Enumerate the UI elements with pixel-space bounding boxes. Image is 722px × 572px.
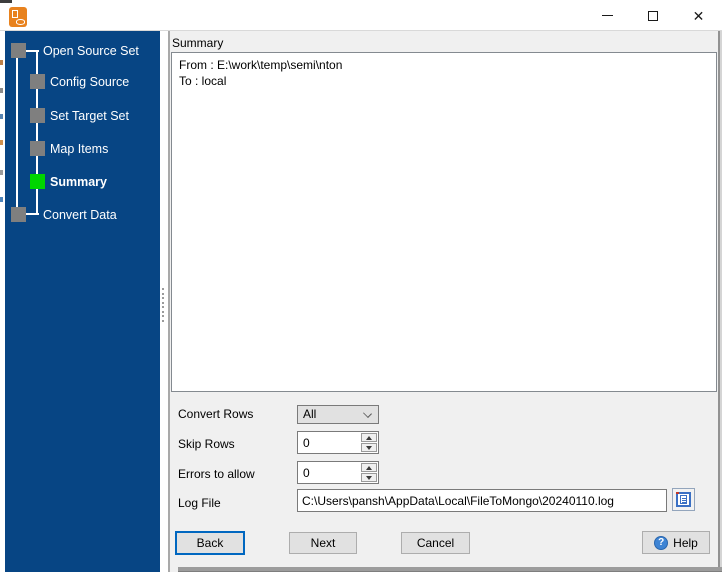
desktop-artifact bbox=[0, 88, 3, 93]
convert-rows-label: Convert Rows bbox=[178, 407, 254, 421]
errors-to-allow-label: Errors to allow bbox=[178, 467, 255, 481]
cancel-button-label: Cancel bbox=[416, 536, 455, 550]
convert-rows-value: All bbox=[303, 407, 317, 421]
desktop-artifact bbox=[0, 114, 3, 119]
splitter-grip bbox=[162, 315, 164, 317]
back-button-label: Back bbox=[196, 536, 224, 550]
connector-line bbox=[25, 213, 39, 215]
back-button[interactable]: Back bbox=[175, 531, 245, 555]
maximize-button[interactable] bbox=[630, 0, 675, 31]
sidebar-step-summary: Summary bbox=[50, 175, 107, 189]
splitter-grip bbox=[162, 311, 164, 313]
log-file-label: Log File bbox=[178, 496, 221, 510]
view-log-file-icon bbox=[676, 492, 691, 507]
summary-panel-title: Summary bbox=[172, 36, 224, 50]
summary-textbox[interactable]: From : E:\work\temp\semi\nton To : local bbox=[171, 52, 717, 392]
titlebar: ✕ bbox=[0, 0, 722, 31]
connector-line bbox=[25, 50, 39, 52]
sidebar-step-convert-data: Convert Data bbox=[43, 208, 117, 222]
sidebar-step-open-source-set: Open Source Set bbox=[43, 44, 139, 58]
desktop-artifact bbox=[0, 170, 3, 175]
spin-down-button[interactable] bbox=[361, 473, 377, 482]
step-marker-set-target-set bbox=[30, 108, 45, 123]
spin-up-button[interactable] bbox=[361, 433, 377, 442]
cancel-button[interactable]: Cancel bbox=[401, 532, 470, 554]
main-panel: Summary From : E:\work\temp\semi\nton To… bbox=[170, 31, 718, 572]
step-marker-summary-active bbox=[30, 174, 45, 189]
close-button[interactable]: ✕ bbox=[675, 0, 722, 31]
help-button[interactable]: ? Help bbox=[642, 531, 710, 554]
maximize-icon bbox=[647, 10, 658, 21]
help-button-label: Help bbox=[673, 535, 698, 550]
desktop-artifact bbox=[0, 60, 3, 65]
wizard-window: ✕ Open Source Set Config Source Set Targ… bbox=[0, 0, 722, 572]
skip-rows-label: Skip Rows bbox=[178, 437, 235, 451]
sidebar-step-map-items: Map Items bbox=[50, 142, 109, 156]
splitter-grip bbox=[162, 297, 164, 299]
sidebar-splitter[interactable] bbox=[160, 31, 170, 572]
minimize-icon bbox=[602, 15, 613, 16]
log-file-browse-button[interactable] bbox=[672, 488, 695, 511]
window-bottom-edge bbox=[178, 567, 722, 572]
sidebar-step-config-source: Config Source bbox=[50, 75, 130, 89]
errors-to-allow-value: 0 bbox=[303, 466, 310, 480]
connector-line bbox=[16, 58, 18, 207]
app-logo-icon bbox=[9, 7, 27, 27]
errors-to-allow-spinner[interactable]: 0 bbox=[297, 461, 379, 484]
splitter-grip bbox=[162, 320, 164, 322]
sidebar-step-set-target-set: Set Target Set bbox=[50, 109, 129, 123]
splitter-grip bbox=[162, 293, 164, 295]
close-icon: ✕ bbox=[692, 7, 705, 24]
splitter-grip bbox=[162, 302, 164, 304]
desktop-artifact bbox=[0, 197, 3, 202]
spin-up-button[interactable] bbox=[361, 463, 377, 472]
help-question-icon: ? bbox=[654, 535, 669, 550]
log-file-input[interactable] bbox=[297, 489, 667, 512]
summary-from-line: From : E:\work\temp\semi\nton bbox=[179, 58, 343, 72]
chevron-down-icon bbox=[363, 409, 372, 418]
spin-down-button[interactable] bbox=[361, 443, 377, 452]
arrow-up-icon bbox=[366, 435, 372, 440]
desktop-artifact bbox=[0, 140, 3, 145]
step-marker-convert-data bbox=[11, 207, 26, 222]
arrow-down-icon bbox=[366, 475, 372, 480]
step-marker-open-source-set bbox=[11, 43, 26, 58]
arrow-up-icon bbox=[366, 465, 372, 470]
splitter-grip bbox=[162, 306, 164, 308]
arrow-down-icon bbox=[366, 445, 372, 450]
minimize-button[interactable] bbox=[585, 0, 630, 31]
summary-to-line: To : local bbox=[179, 74, 227, 88]
skip-rows-value: 0 bbox=[303, 436, 310, 450]
file-glyph-icon bbox=[12, 10, 18, 18]
convert-rows-dropdown[interactable]: All bbox=[297, 405, 379, 424]
desktop-artifact bbox=[0, 0, 12, 3]
next-button-label: Next bbox=[310, 536, 336, 550]
step-marker-map-items bbox=[30, 141, 45, 156]
splitter-grip bbox=[162, 288, 164, 290]
wizard-steps-sidebar: Open Source Set Config Source Set Target… bbox=[5, 31, 160, 572]
step-marker-config-source bbox=[30, 74, 45, 89]
next-button[interactable]: Next bbox=[289, 532, 357, 554]
skip-rows-spinner[interactable]: 0 bbox=[297, 431, 379, 454]
database-glyph-icon bbox=[16, 19, 25, 25]
